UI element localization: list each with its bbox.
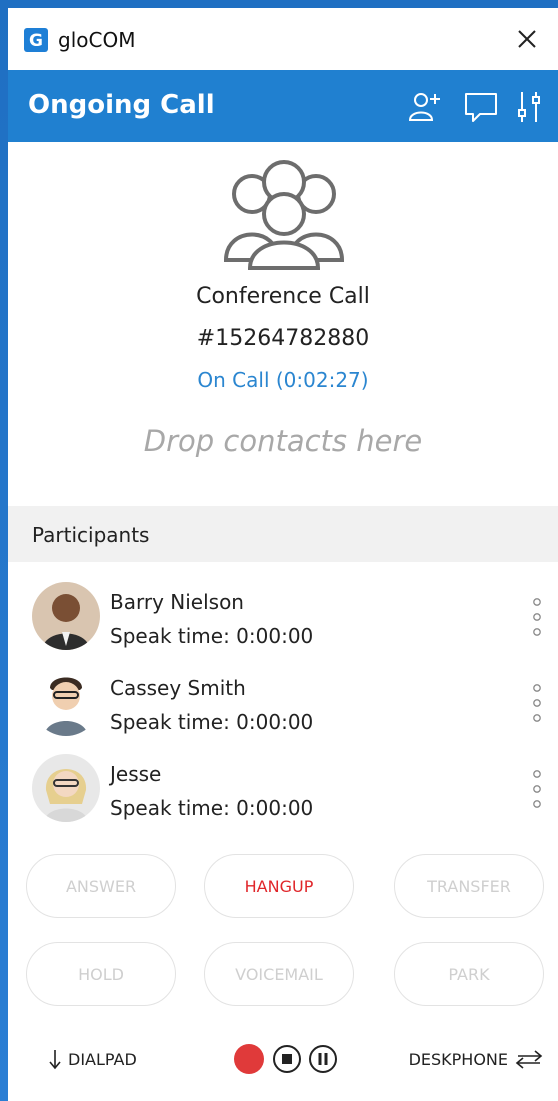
participants-label: Participants [32, 523, 150, 547]
participant-name: Cassey Smith [110, 676, 246, 700]
answer-button[interactable]: ANSWER [26, 854, 176, 918]
call-settings-icon[interactable] [510, 88, 548, 126]
more-options-icon[interactable] [530, 594, 544, 640]
park-button[interactable]: PARK [394, 942, 544, 1006]
page-title: Ongoing Call [28, 90, 215, 120]
glocom-logo-icon: G [24, 28, 48, 52]
call-header: Ongoing Call [8, 70, 558, 142]
transfer-button[interactable]: TRANSFER [394, 854, 544, 918]
swap-arrows-icon [515, 1050, 543, 1069]
participant-speak-time: Speak time: 0:00:00 [110, 710, 314, 734]
dialpad-label: DIALPAD [68, 1049, 137, 1069]
glocom-window: G gloCOM Ongoing Call Conference Call #1… [8, 8, 558, 1101]
participants-header: Participants [8, 506, 558, 562]
arrow-down-icon [49, 1050, 61, 1070]
conference-group-icon [223, 160, 345, 270]
deskphone-label: DESKPHONE [408, 1049, 508, 1069]
participant-name: Barry Nielson [110, 590, 244, 614]
svg-text:G: G [29, 31, 43, 51]
close-icon[interactable] [510, 22, 544, 56]
pause-recording-icon[interactable] [308, 1044, 338, 1074]
record-button[interactable] [234, 1044, 264, 1074]
voicemail-button[interactable]: VOICEMAIL [204, 942, 354, 1006]
drop-contacts-zone[interactable]: Drop contacts here [8, 424, 558, 458]
dialpad-toggle[interactable]: DIALPAD [48, 1044, 137, 1074]
more-options-icon[interactable] [530, 766, 544, 812]
participant-speak-time: Speak time: 0:00:00 [110, 624, 314, 648]
stop-recording-icon[interactable] [272, 1044, 302, 1074]
call-info-panel: Conference Call #15264782880 On Call (0:… [8, 142, 558, 506]
call-title: Conference Call [196, 284, 370, 309]
app-title: gloCOM [58, 28, 136, 52]
add-participant-icon[interactable] [406, 88, 444, 126]
chat-icon[interactable] [462, 88, 500, 126]
more-options-icon[interactable] [530, 680, 544, 726]
participant-speak-time: Speak time: 0:00:00 [110, 796, 314, 820]
participant-name: Jesse [110, 762, 162, 786]
hangup-button[interactable]: HANGUP [204, 854, 354, 918]
participant-row[interactable]: Jesse Speak time: 0:00:00 [8, 746, 558, 832]
participant-list: Barry Nielson Speak time: 0:00:00 Cassey… [8, 562, 558, 852]
deskphone-toggle[interactable]: DESKPHONE [409, 1044, 544, 1074]
avatar [32, 582, 100, 650]
participant-row[interactable]: Cassey Smith Speak time: 0:00:00 [8, 660, 558, 746]
avatar [32, 754, 100, 822]
title-bar: G gloCOM [8, 8, 558, 70]
hold-button[interactable]: HOLD [26, 942, 176, 1006]
call-status: On Call (0:02:27) [197, 368, 369, 392]
bottom-bar: DIALPAD DESKPHONE [8, 1030, 558, 1090]
participant-row[interactable]: Barry Nielson Speak time: 0:00:00 [8, 574, 558, 660]
avatar [32, 668, 100, 736]
call-number: #15264782880 [196, 326, 370, 351]
